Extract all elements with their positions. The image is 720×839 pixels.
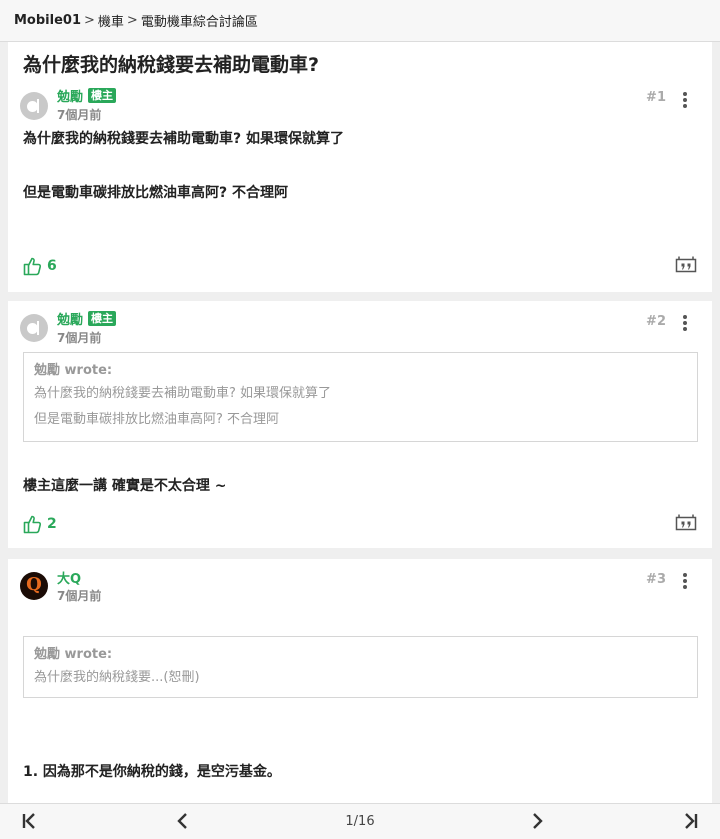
thumbs-up-icon — [23, 515, 42, 534]
author-name-label: 勉勵 — [57, 313, 84, 328]
page-indicator[interactable]: 1/16 — [0, 814, 720, 829]
quote-author: 勉勵 wrote: — [34, 363, 113, 378]
author-name[interactable]: 大Q — [57, 568, 81, 587]
post-time: 7個月前 — [57, 331, 102, 345]
quote-line: 為什麼我的納稅錢要去補助電動車? 如果環保就算了 — [34, 386, 332, 401]
floor-number: #3 — [646, 572, 666, 587]
post-body-line: 樓主這麼一講 確實是不太合理 ~ — [23, 478, 227, 494]
last-page-icon — [685, 813, 698, 829]
quote-reply-button[interactable] — [675, 255, 697, 279]
op-badge: 樓主 — [88, 311, 117, 326]
op-badge: 樓主 — [88, 88, 117, 103]
quote-reply-icon — [675, 256, 697, 273]
quote-reply-button[interactable] — [675, 513, 697, 537]
post-body-line: 為什麼我的納稅錢要去補助電動車? 如果環保就算了 — [23, 131, 344, 147]
more-options-icon[interactable] — [682, 315, 688, 331]
avatar[interactable] — [20, 92, 48, 120]
avatar[interactable]: Q — [20, 572, 48, 600]
next-page-icon — [533, 813, 543, 829]
author-name[interactable]: 勉勵 樓主 — [57, 86, 117, 105]
like-button[interactable]: 2 — [23, 514, 57, 534]
post-time: 7個月前 — [57, 589, 102, 603]
breadcrumb-forum[interactable]: 電動機車綜合討論區 — [141, 11, 258, 30]
breadcrumb: Mobile01 > 機車 > 電動機車綜合討論區 — [0, 0, 720, 42]
like-count: 6 — [47, 258, 57, 274]
author-name-label: 勉勵 — [57, 90, 84, 105]
next-page-button[interactable] — [530, 812, 544, 834]
avatar-letter: Q — [26, 574, 42, 595]
quote-block: 勉勵 wrote: 為什麼我的納稅錢要...(恕刪) — [23, 636, 698, 698]
thumbs-up-icon — [23, 257, 42, 276]
floor-number: #2 — [646, 314, 666, 329]
last-page-button[interactable] — [683, 812, 699, 834]
pagination-bar: 1/16 — [0, 803, 720, 839]
breadcrumb-separator: > — [84, 13, 95, 28]
quote-block: 勉勵 wrote: 為什麼我的納稅錢要去補助電動車? 如果環保就算了 但是電動車… — [23, 352, 698, 442]
like-count: 2 — [47, 516, 57, 532]
breadcrumb-separator: > — [126, 13, 138, 28]
breadcrumb-site[interactable]: Mobile01 — [14, 13, 81, 28]
post-body-line: 但是電動車碳排放比燃油車高阿? 不合理阿 — [23, 185, 288, 201]
breadcrumb-category[interactable]: 機車 — [98, 11, 124, 30]
thread-title: 為什麼我的納稅錢要去補助電動車? — [23, 54, 320, 76]
post-time: 7個月前 — [57, 108, 102, 122]
author-name[interactable]: 勉勵 樓主 — [57, 309, 117, 328]
post-card: Q 大Q 7個月前 #3 勉勵 wrote: 為什麼我的納稅錢要...(恕刪) … — [8, 559, 712, 804]
more-options-icon[interactable] — [682, 92, 688, 108]
post-card: 為什麼我的納稅錢要去補助電動車? 勉勵 樓主 7個月前 #1 為什麼我的納稅錢要… — [8, 42, 712, 292]
post-body-line: 1. 因為那不是你納稅的錢，是空污基金。 — [23, 764, 281, 780]
more-options-icon[interactable] — [682, 573, 688, 589]
quote-line: 為什麼我的納稅錢要...(恕刪) — [34, 670, 200, 685]
quote-reply-icon — [675, 514, 697, 531]
quote-author: 勉勵 wrote: — [34, 647, 113, 662]
quote-line: 但是電動車碳排放比燃油車高阿? 不合理阿 — [34, 412, 280, 427]
avatar[interactable] — [20, 314, 48, 342]
author-name-label: 大Q — [57, 572, 82, 587]
post-card: 勉勵 樓主 7個月前 #2 勉勵 wrote: 為什麼我的納稅錢要去補助電動車?… — [8, 301, 712, 548]
like-button[interactable]: 6 — [23, 256, 57, 276]
floor-number: #1 — [646, 90, 666, 105]
